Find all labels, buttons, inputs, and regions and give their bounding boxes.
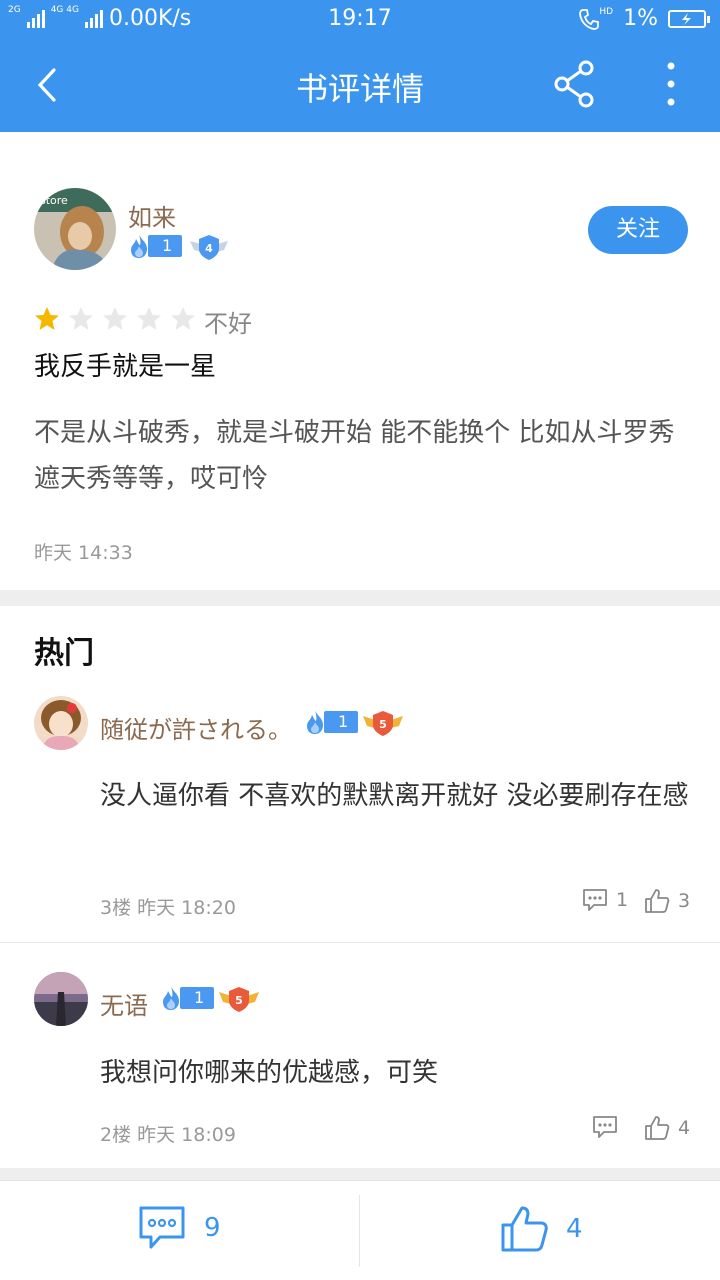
comment-text: 没人逼你看 不喜欢的默默离开就好 没必要刷存在感 bbox=[100, 781, 689, 811]
hot-section-title: 热门 bbox=[34, 636, 94, 671]
section-divider bbox=[0, 1168, 720, 1180]
thumbs-up-icon bbox=[501, 1206, 548, 1252]
thumbs-up-icon bbox=[645, 889, 670, 913]
comment-meta: 3楼 昨天 18:20 bbox=[100, 897, 236, 919]
status-bar: 2G 4G 4G 0.00K/s 19:17 HD 1% bbox=[0, 0, 720, 38]
bottom-like-count: 4 bbox=[566, 1214, 583, 1244]
bottom-action-bar: 9 4 bbox=[0, 1180, 720, 1280]
author-level-number: 1 bbox=[148, 235, 183, 257]
commenter-level: 1 bbox=[304, 710, 359, 734]
star-empty-icon bbox=[171, 307, 195, 330]
comment-icon bbox=[583, 889, 607, 911]
commenter-level-number: 1 bbox=[324, 711, 359, 733]
hd-label: HD bbox=[599, 6, 614, 17]
svg-text:store: store bbox=[40, 194, 68, 207]
review-title: 我反手就是一星 bbox=[34, 352, 217, 382]
more-vertical-icon bbox=[667, 62, 675, 106]
author-badge: 4 bbox=[188, 233, 230, 261]
bottom-divider bbox=[359, 1195, 360, 1267]
follow-button[interactable]: 关注 bbox=[588, 206, 688, 254]
author-name[interactable]: 如来 bbox=[128, 198, 176, 233]
navigation-bar: 书评详情 bbox=[0, 38, 720, 132]
commenter-name[interactable]: 随従が許される。 bbox=[100, 710, 292, 745]
commenter-avatar[interactable] bbox=[34, 972, 88, 1026]
review-time: 昨天 14:33 bbox=[34, 542, 133, 564]
hd-call-icon: HD bbox=[579, 6, 614, 30]
page-title: 书评详情 bbox=[295, 70, 424, 108]
rating-stars bbox=[34, 306, 196, 332]
comment-icon bbox=[593, 1116, 617, 1138]
commenter-badge-number: 5 bbox=[235, 994, 243, 1007]
comment-icon bbox=[139, 1206, 185, 1249]
commenter-badge: 5 bbox=[362, 709, 404, 737]
like-count: 4 bbox=[678, 1117, 691, 1139]
reply-button[interactable] bbox=[592, 1115, 626, 1139]
battery-percent: 1% bbox=[623, 6, 658, 31]
like-button[interactable]: 3 bbox=[644, 888, 690, 914]
comment-text: 我想问你哪来的优越感，可笑 bbox=[100, 1058, 439, 1088]
thumbs-up-icon bbox=[645, 1116, 670, 1140]
commenter-level: 1 bbox=[160, 986, 215, 1010]
author-avatar[interactable]: store bbox=[34, 188, 116, 270]
reply-count: 1 bbox=[616, 889, 629, 911]
author-badge-number: 4 bbox=[205, 242, 213, 255]
bottom-comment-button[interactable]: 9 bbox=[138, 1205, 221, 1251]
star-empty-icon bbox=[103, 307, 127, 330]
more-button[interactable] bbox=[656, 58, 686, 110]
battery-icon bbox=[668, 9, 710, 28]
reply-button[interactable]: 1 bbox=[582, 888, 628, 912]
share-button[interactable] bbox=[552, 58, 598, 110]
commenter-avatar[interactable] bbox=[34, 696, 88, 750]
rating-text: 不好 bbox=[204, 310, 252, 338]
star-empty-icon bbox=[69, 307, 93, 330]
comment-divider bbox=[0, 942, 720, 943]
commenter-name[interactable]: 无语 bbox=[100, 986, 148, 1021]
bottom-comment-count: 9 bbox=[204, 1213, 221, 1243]
flame-icon bbox=[307, 710, 323, 734]
commenter-badge: 5 bbox=[218, 985, 260, 1013]
commenter-level-number: 1 bbox=[180, 987, 215, 1009]
star-filled-icon bbox=[35, 307, 59, 330]
share-icon bbox=[554, 60, 594, 108]
author-level: 1 bbox=[128, 234, 183, 258]
flame-icon bbox=[131, 234, 147, 258]
app-header: 2G 4G 4G 0.00K/s 19:17 HD 1% 书评详情 bbox=[0, 0, 720, 132]
like-count: 3 bbox=[678, 890, 691, 912]
section-divider bbox=[0, 590, 720, 606]
status-right: HD 1% bbox=[579, 6, 710, 31]
star-empty-icon bbox=[137, 307, 161, 330]
flame-icon bbox=[163, 986, 179, 1010]
comment-meta: 2楼 昨天 18:09 bbox=[100, 1124, 236, 1146]
like-button[interactable]: 4 bbox=[644, 1115, 690, 1141]
commenter-badge-number: 5 bbox=[379, 718, 387, 731]
review-body: 不是从斗破秀，就是斗破开始 能不能换个 比如从斗罗秀 遮天秀等等，哎可怜 bbox=[34, 418, 675, 494]
bottom-like-button[interactable]: 4 bbox=[500, 1205, 583, 1253]
